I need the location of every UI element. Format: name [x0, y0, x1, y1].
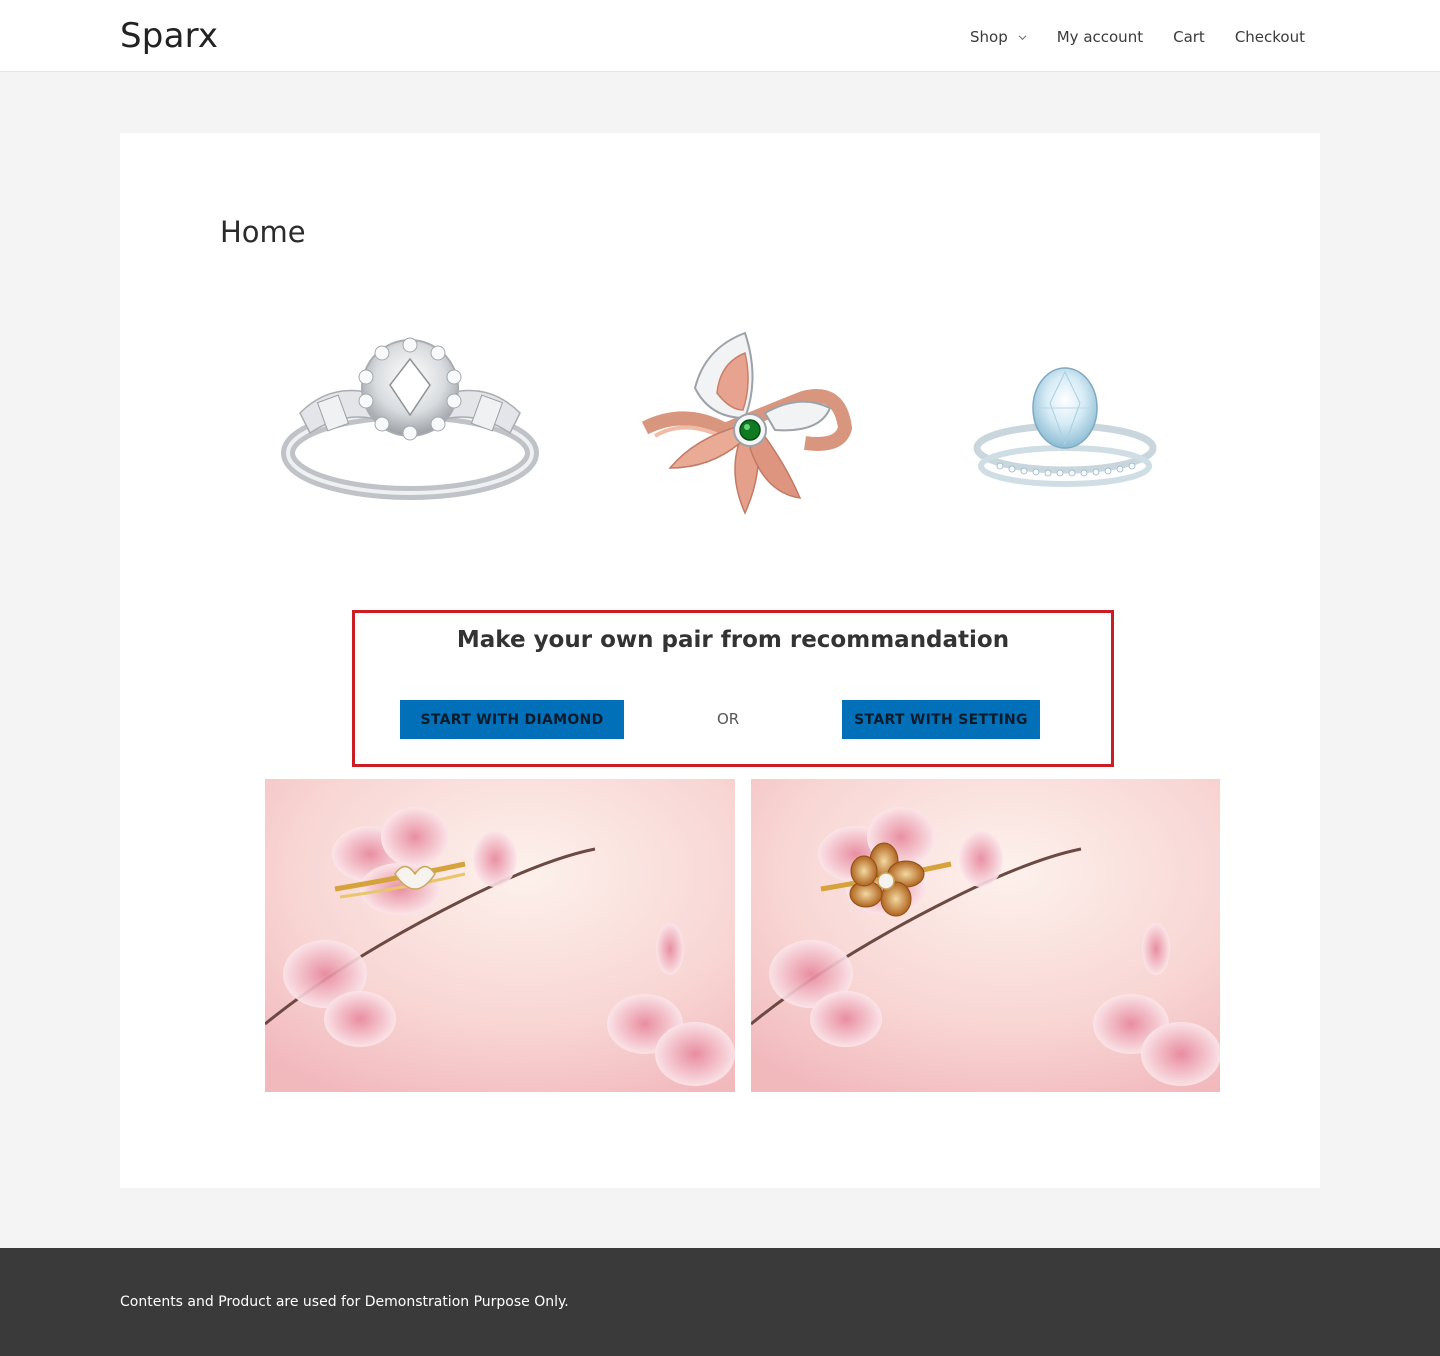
nav-checkout[interactable]: Checkout — [1235, 28, 1305, 46]
halo-diamond-ring-image[interactable] — [260, 293, 580, 533]
nav-shop[interactable]: Shop — [970, 28, 1027, 46]
site-logo[interactable]: Sparx — [120, 16, 218, 56]
promo-heading: Make your own pair from recommandation — [456, 627, 1010, 653]
primary-nav: Shop My account Cart Checkout — [970, 26, 1305, 48]
nav-my-account[interactable]: My account — [1057, 28, 1143, 46]
rose-gold-butterfly-emerald-ring-image[interactable] — [625, 318, 865, 528]
or-separator: OR — [717, 710, 740, 728]
nav-shop-label: Shop — [970, 28, 1008, 46]
site-footer: Contents and Product are used for Demons… — [0, 1248, 1440, 1356]
cherry-blossom-flower-ring-banner[interactable] — [751, 779, 1220, 1092]
chevron-down-icon — [1018, 34, 1027, 40]
site-header: Sparx Shop My account Cart Checkout — [0, 0, 1440, 72]
nav-cart[interactable]: Cart — [1173, 28, 1205, 46]
cherry-blossom-diamond-ring-banner[interactable] — [265, 779, 735, 1092]
pair-builder-promo: Make your own pair from recommandation S… — [352, 610, 1114, 767]
page-title: Home — [220, 215, 306, 249]
start-with-setting-button[interactable]: START WITH SETTING — [842, 700, 1040, 739]
start-with-diamond-button[interactable]: START WITH DIAMOND — [400, 700, 624, 739]
footer-disclaimer: Contents and Product are used for Demons… — [120, 1294, 569, 1310]
content-card: Home Make your own pair from recommandat… — [120, 133, 1320, 1188]
oval-solitaire-bridal-set-image[interactable] — [960, 358, 1180, 508]
